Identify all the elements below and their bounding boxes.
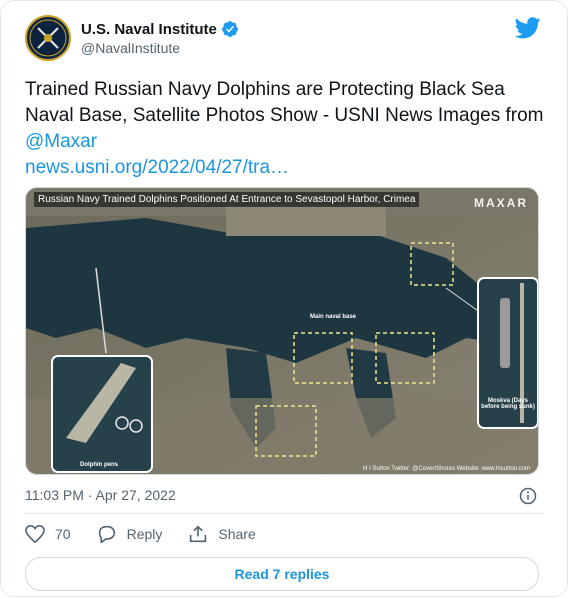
- divider: [25, 513, 543, 514]
- reply-button[interactable]: Reply: [97, 525, 163, 543]
- twitter-bird-icon[interactable]: [515, 17, 541, 39]
- article-link[interactable]: news.usni.org/2022/04/27/tra…: [25, 157, 289, 178]
- avatar[interactable]: [25, 15, 71, 61]
- tweet-image[interactable]: Russian Navy Trained Dolphins Positioned…: [25, 187, 539, 475]
- like-count: 70: [55, 526, 71, 542]
- tweet-card: U.S. Naval Institute @NavalInstitute Tra…: [0, 0, 568, 597]
- mention-link[interactable]: @Maxar: [25, 131, 97, 152]
- reply-label: Reply: [126, 526, 163, 542]
- naval-institute-seal-icon: [29, 19, 67, 57]
- handle[interactable]: @NavalInstitute: [81, 40, 239, 56]
- tweet-body: Trained Russian Navy Dolphins are Protec…: [25, 79, 544, 126]
- name-row: U.S. Naval Institute: [81, 20, 239, 38]
- share-button[interactable]: Share: [188, 525, 256, 543]
- image-caption: Russian Navy Trained Dolphins Positioned…: [34, 192, 420, 207]
- read-replies-button[interactable]: Read 7 replies: [25, 557, 539, 591]
- share-label: Share: [218, 526, 256, 542]
- satellite-photo: [26, 188, 538, 474]
- label-dolphin-pens: Dolphin pens: [80, 462, 118, 468]
- tweet-text: Trained Russian Navy Dolphins are Protec…: [25, 77, 545, 181]
- display-name[interactable]: U.S. Naval Institute: [81, 21, 217, 38]
- label-credit: H I Sutton Twitter: @CovertShores Websit…: [363, 466, 530, 472]
- tweet-timestamp[interactable]: 11:03 PM · Apr 27, 2022: [25, 487, 176, 503]
- verified-icon: [221, 21, 238, 37]
- share-icon: [190, 525, 207, 543]
- like-button[interactable]: 70: [25, 525, 71, 543]
- tweet-header: U.S. Naval Institute @NavalInstitute: [25, 15, 239, 61]
- author-names: U.S. Naval Institute @NavalInstitute: [81, 20, 239, 56]
- reply-icon: [98, 525, 115, 543]
- maxar-watermark: MAXAR: [474, 196, 528, 210]
- info-icon[interactable]: [519, 487, 537, 505]
- label-moskva: Moskva (Days before being sunk): [481, 398, 535, 410]
- label-main-base: Main naval base: [310, 314, 357, 320]
- heart-icon: [25, 525, 45, 543]
- tweet-actions: 70 Reply Share: [25, 525, 282, 543]
